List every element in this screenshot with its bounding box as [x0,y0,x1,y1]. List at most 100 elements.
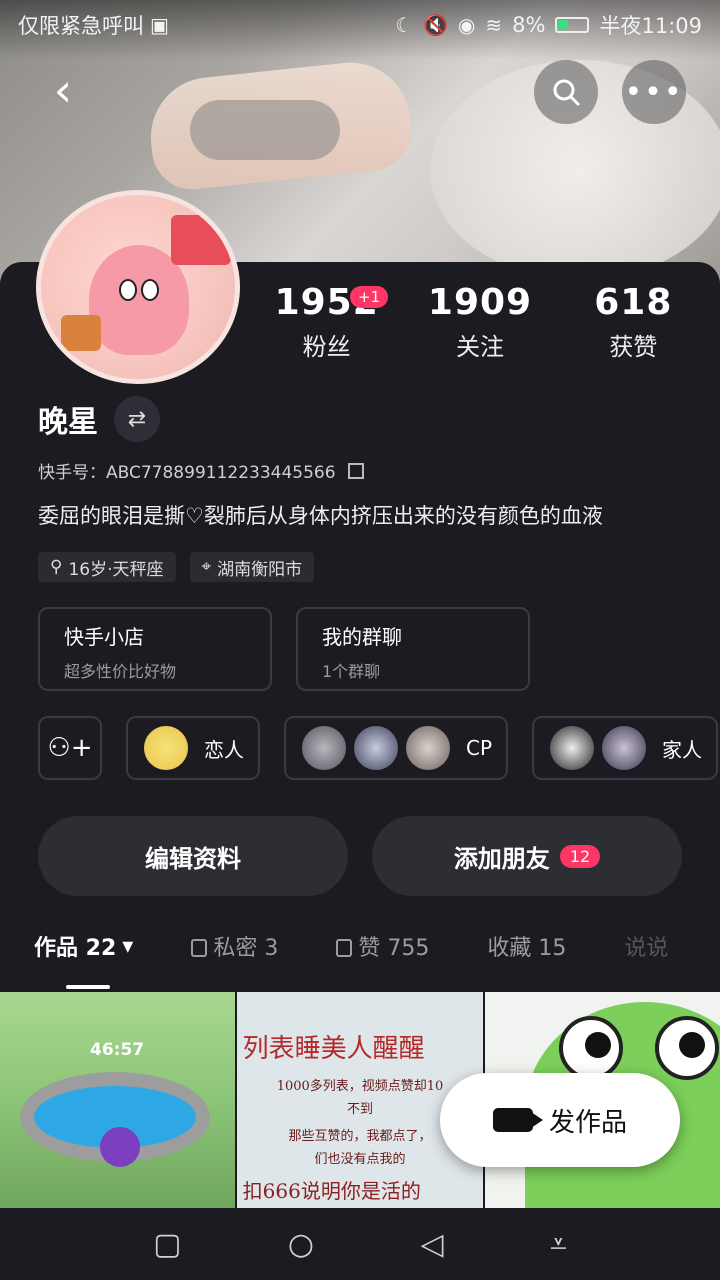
tags-row: ⚲ 16岁·天秤座 ⌖ 湖南衡阳市 [38,552,315,582]
add-friend-button[interactable]: 添加朋友 12 [372,816,682,896]
qr-code-icon[interactable] [347,462,364,479]
kuaishou-id-row[interactable]: 快手号：ABC778899112233445566 [38,458,364,483]
card-shop-title: 快手小店 [64,625,144,649]
plant-pot-decoration [61,315,101,351]
thumb-line: 们也没有点我的 [314,1152,406,1167]
add-friend-label: 添加朋友 [453,844,550,873]
game-character [100,1127,140,1167]
relation-avatar [404,724,452,772]
relation-family[interactable]: 家人 [532,716,719,780]
camera-icon [492,1108,543,1132]
house-decoration [171,215,231,265]
wifi-icon: ≋ [485,13,503,37]
switch-arrows-icon: ⇄ [127,406,147,432]
moon-icon: ☾ [395,13,414,37]
name-row: 晚星 ⇄ [38,396,160,442]
post-work-button[interactable]: 发作品 [440,1073,680,1167]
relation-cp[interactable]: CP [284,716,509,780]
tab-favorites-label: 收藏 15 [487,936,567,961]
card-shop[interactable]: 快手小店 超多性价比好物 [38,607,272,691]
relation-cp-label: CP [466,736,493,760]
clock: 半夜11:09 [599,14,702,38]
card-shop-sub: 超多性价比好物 [64,662,177,681]
back-triangle-icon[interactable]: ◁ [420,1227,443,1262]
more-button[interactable]: ••• [622,60,686,124]
tab-works[interactable]: 作品 22 ▾ [34,930,133,962]
tab-works-label: 作品 22 [34,936,117,961]
feature-cards: 快手小店 超多性价比好物 我的群聊 1个群聊 [38,607,530,691]
add-person-icon: ⚇+ [47,733,93,763]
hands-shadow [190,100,340,160]
switch-account-button[interactable]: ⇄ [114,396,160,442]
following-label: 关注 [455,333,504,361]
likes-count: 618 [594,282,673,323]
work-thumbnail[interactable]: 46:57 [0,992,235,1208]
tab-moments[interactable]: 说说 [624,930,668,962]
kuaishou-id: 快手号：ABC778899112233445566 [38,463,336,483]
tab-moments-label: 说说 [624,936,669,961]
age-icon: ⚲ [50,557,63,577]
tag-age[interactable]: ⚲ 16岁·天秤座 [38,552,176,582]
tag-location[interactable]: ⌖ 湖南衡阳市 [189,552,315,582]
tab-liked-label: 赞 755 [358,936,430,961]
relation-avatar [548,724,597,772]
more-dots-icon: ••• [624,74,684,110]
edit-profile-button[interactable]: 编辑资料 [38,816,348,896]
status-bar: 仅限紧急呼叫 ▣ ☾ 🔇 ◉ ≋ 8% 半夜11:09 [0,0,720,50]
relation-lover-label: 恋人 [204,737,244,762]
edit-profile-label: 编辑资料 [145,844,241,873]
stat-fans[interactable]: 1952 粉丝 +1 [250,282,403,362]
home-icon[interactable]: ○ [288,1227,314,1262]
thumb-line: 1000多列表，视频点赞却10 [276,1079,444,1094]
back-button[interactable]: ‹ [38,62,88,122]
carrier-text: 仅限紧急呼叫 [18,14,144,38]
relation-avatar [142,724,190,772]
search-icon [553,79,580,106]
add-relation-button[interactable]: ⚇+ [38,716,102,780]
battery-percent: 8% [512,13,546,37]
lock-icon [336,939,353,957]
following-count: 1909 [427,282,533,323]
likes-label: 获赞 [609,333,658,361]
thumb-bottom-text: 扣666说明你是活的 [242,1179,421,1203]
relation-avatar [300,724,348,772]
left-eye [119,279,137,301]
system-nav-bar: ▢ ○ ◁ ⩡ [0,1208,720,1280]
sim-icon: ▣ [150,13,169,37]
mute-icon: 🔇 [423,13,448,37]
relation-family-label: 家人 [662,737,703,762]
card-group-title: 我的群聊 [322,625,402,649]
eye-icon: ◉ [457,13,476,37]
bio-text: 委屈的眼泪是撕♡裂肺后从身体内挤压出来的没有颜色的血液 [38,504,603,528]
user-name: 晚星 [38,405,98,440]
card-group-chat[interactable]: 我的群聊 1个群聊 [296,607,530,691]
tag-age-label: 16岁·天秤座 [68,559,164,580]
tab-liked[interactable]: 赞 755 [336,930,429,962]
relation-avatar [352,724,400,772]
card-group-sub: 1个群聊 [322,662,381,681]
relation-lover[interactable]: 恋人 [126,716,260,780]
tab-private[interactable]: 私密 3 [191,930,278,962]
action-buttons: 编辑资料 添加朋友 12 [38,816,682,896]
stat-following[interactable]: 1909 关注 [403,282,556,362]
video-timer: 46:57 [90,1040,145,1060]
avatar[interactable] [36,190,240,384]
notification-pull-icon[interactable]: ⩡ [550,1227,567,1262]
relation-avatar [600,724,649,772]
profile-screen: 仅限紧急呼叫 ▣ ☾ 🔇 ◉ ≋ 8% 半夜11:09 ‹ ••• 1952 粉… [0,0,720,1280]
recents-icon[interactable]: ▢ [153,1227,181,1262]
active-tab-indicator [66,985,110,989]
tag-location-label: 湖南衡阳市 [217,559,303,580]
fans-new-badge: +1 [350,286,389,308]
lock-icon [191,939,208,957]
right-eye [141,279,159,301]
thumb-title: 列表睡美人醒醒 [242,1034,425,1064]
stats-row: 1952 粉丝 +1 1909 关注 618 获赞 [250,282,710,362]
stat-likes[interactable]: 618 获赞 [557,282,710,362]
search-button[interactable] [534,60,598,124]
tab-favorites[interactable]: 收藏 15 [487,930,566,962]
battery-icon [555,17,590,33]
fans-label: 粉丝 [302,333,351,361]
chevron-down-icon: ▾ [122,933,134,959]
add-friend-badge: 12 [559,844,601,868]
